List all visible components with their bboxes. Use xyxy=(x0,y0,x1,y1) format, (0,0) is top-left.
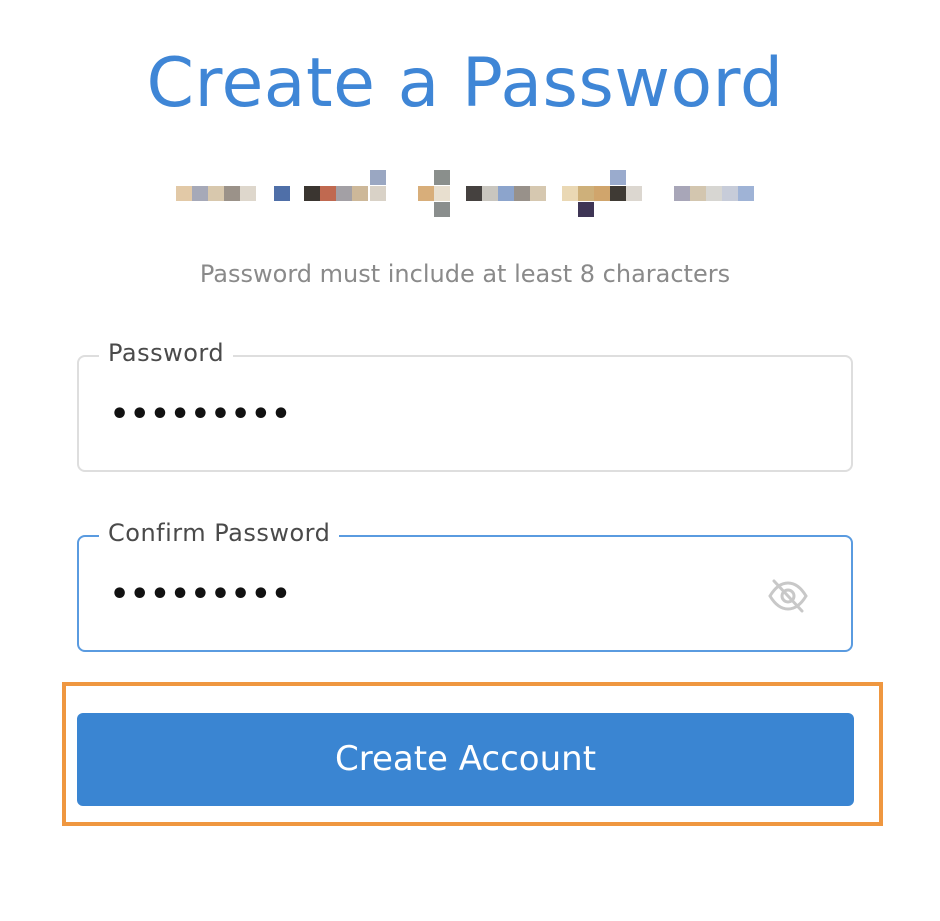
eye-off-icon[interactable] xyxy=(765,577,811,615)
redacted-email xyxy=(176,170,756,217)
confirm-password-input[interactable]: ••••••••• xyxy=(110,575,292,615)
create-account-button[interactable]: Create Account xyxy=(77,713,854,806)
confirm-password-field-label: Confirm Password xyxy=(99,515,340,551)
password-field-label: Password xyxy=(99,335,234,371)
create-password-page: Create a Password Password must include … xyxy=(0,0,940,921)
page-title: Create a Password xyxy=(146,44,784,123)
eye-off-icon-svg xyxy=(768,579,808,613)
confirm-password-field[interactable]: Confirm Password ••••••••• xyxy=(77,515,853,652)
password-field[interactable]: Password ••••••••• xyxy=(77,335,853,472)
password-input[interactable]: ••••••••• xyxy=(110,395,292,435)
password-requirement-hint: Password must include at least 8 charact… xyxy=(199,260,731,288)
